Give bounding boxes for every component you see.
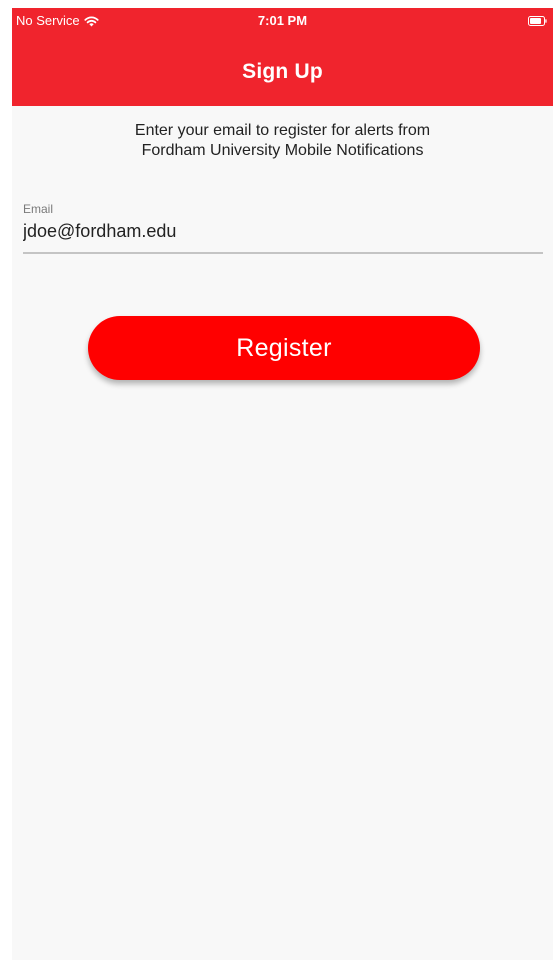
- email-input[interactable]: [23, 217, 543, 245]
- status-bar: No Service 7:01 PM: [12, 8, 553, 36]
- page-title: Sign Up: [242, 60, 323, 83]
- app-header: No Service 7:01 PM Sign Up: [12, 8, 553, 106]
- instructions-text: Enter your email to register for alerts …: [12, 121, 553, 161]
- battery-icon: [528, 16, 547, 26]
- email-field-underline: [23, 252, 543, 254]
- email-field-label: Email: [23, 202, 54, 216]
- register-button[interactable]: Register: [88, 316, 480, 380]
- status-time: 7:01 PM: [257, 13, 308, 28]
- instructions-line-1: Enter your email to register for alerts …: [134, 122, 431, 139]
- email-field: Email: [23, 201, 543, 261]
- instructions-line-2: Fordham University Mobile Notifications: [141, 142, 424, 159]
- phone-screen: No Service 7:01 PM Sign Up Enter your em…: [12, 8, 553, 960]
